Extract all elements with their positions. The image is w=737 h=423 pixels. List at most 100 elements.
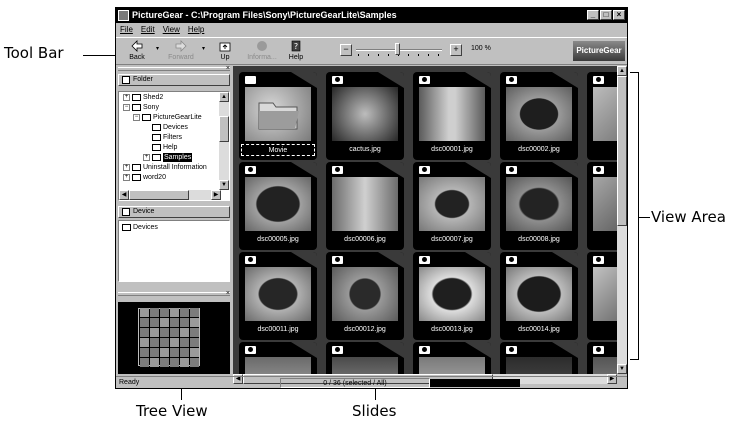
zoom-in-button[interactable]: +	[450, 44, 462, 56]
slide[interactable]: dsc	[587, 252, 617, 340]
scroll-left-icon[interactable]: ◀	[119, 190, 129, 200]
device-pane-header[interactable]: Device	[118, 206, 230, 218]
camera-icon	[245, 346, 256, 354]
tree-node[interactable]: + Shed2	[123, 93, 163, 102]
view-scroll-thumb[interactable]	[617, 76, 627, 226]
zoom-slider-thumb[interactable]	[394, 43, 400, 55]
zoom-value: 100	[471, 45, 483, 52]
camera-icon	[419, 346, 430, 354]
tree-expander-icon[interactable]: +	[123, 164, 130, 171]
tree-vertical-scrollbar[interactable]: ▲ ▼	[219, 92, 229, 190]
tree-node-label: Samples	[163, 153, 193, 162]
zoom-out-icon: −	[343, 44, 349, 54]
slide[interactable]: dsc00001.jpg	[413, 72, 491, 160]
tree-node-label: word20	[143, 174, 166, 181]
scroll-up-icon[interactable]: ▲	[219, 92, 229, 102]
view-vertical-scrollbar[interactable]: ▲ ▼	[617, 66, 627, 374]
slide-thumbnail	[593, 267, 617, 321]
slide-corner	[378, 342, 404, 358]
slide[interactable]: dsc00014.jpg	[500, 252, 578, 340]
camera-icon	[506, 76, 517, 84]
callout-view-area: View Area	[651, 208, 726, 226]
back-dropdown-icon[interactable]: ▾	[156, 46, 160, 52]
slide[interactable]	[413, 342, 491, 374]
folder-pane-grip[interactable]	[118, 67, 230, 71]
folder-header-icon	[122, 76, 130, 84]
zoom-out-button[interactable]: −	[340, 44, 352, 56]
navigator-pane-grip[interactable]	[118, 292, 230, 296]
information-button[interactable]: Informa...	[244, 39, 280, 65]
tree-hscroll-thumb[interactable]	[129, 190, 189, 200]
status-progress-bar	[430, 379, 520, 387]
close-button[interactable]: ×	[613, 10, 625, 20]
tree-node[interactable]: − PictureGearLite	[133, 113, 202, 122]
slide[interactable]	[500, 342, 578, 374]
slide[interactable]: dsc00006.jpg	[326, 162, 404, 250]
menu-view[interactable]: View	[163, 23, 180, 36]
folder-pane-close-icon[interactable]: ×	[226, 65, 230, 72]
scroll-right-icon[interactable]: ▶	[211, 190, 221, 200]
slide[interactable]	[587, 342, 617, 374]
tree-node[interactable]: Help	[152, 143, 177, 152]
tree-expander-icon[interactable]: +	[123, 174, 130, 181]
navigator-cell	[170, 348, 179, 357]
slide[interactable]: dsc00005.jpg	[239, 162, 317, 250]
tree-expander-icon[interactable]: −	[123, 104, 130, 111]
help-book-icon: ?	[291, 40, 301, 52]
tree-scroll-thumb[interactable]	[219, 116, 229, 142]
tree-node[interactable]: + Uninstall Information	[123, 163, 207, 172]
slide-caption: dsc	[589, 324, 617, 336]
help-button[interactable]: ? Help	[282, 39, 310, 65]
menu-help[interactable]: Help	[188, 23, 204, 36]
scroll-down-icon[interactable]: ▼	[617, 364, 627, 374]
slide-corner	[291, 162, 317, 178]
slide[interactable]: dsc	[587, 162, 617, 250]
slide[interactable]: dsc	[587, 72, 617, 160]
slide[interactable]: dsc00007.jpg	[413, 162, 491, 250]
tree-expander-icon[interactable]: +	[143, 154, 150, 161]
slide[interactable]: dsc00012.jpg	[326, 252, 404, 340]
callout-toolbar: Tool Bar	[4, 44, 64, 62]
tree-node[interactable]: Filters	[152, 133, 182, 142]
maximize-button[interactable]: □	[600, 10, 612, 20]
minimize-button[interactable]: _	[587, 10, 599, 20]
tree-node[interactable]: − Sony	[123, 103, 159, 112]
navigator-preview[interactable]	[118, 302, 230, 374]
slide-thumbnail	[506, 87, 572, 141]
device-item[interactable]: Devices	[122, 223, 158, 232]
scroll-up-icon[interactable]: ▲	[617, 66, 627, 76]
slide[interactable]: cactus.jpg	[326, 72, 404, 160]
tree-node[interactable]: + word20	[123, 173, 166, 182]
tree-expander-icon[interactable]: +	[123, 94, 130, 101]
up-button[interactable]: Up	[212, 39, 238, 65]
slide[interactable]: dsc00011.jpg	[239, 252, 317, 340]
forward-button[interactable]: Forward	[164, 39, 198, 65]
slide[interactable]	[239, 342, 317, 374]
slide-folder[interactable]: Movie	[239, 72, 317, 160]
view-area[interactable]: Movie cactus.jpg dsc00001.jpg dsc00002.jpg d…	[233, 66, 617, 374]
navigator-cell	[170, 328, 179, 337]
folder-icon	[132, 104, 141, 111]
back-button[interactable]: Back	[122, 39, 152, 65]
slide[interactable]: dsc00008.jpg	[500, 162, 578, 250]
tree-expander-icon[interactable]: −	[133, 114, 140, 121]
menu-edit[interactable]: Edit	[141, 23, 155, 36]
slide[interactable]: dsc00013.jpg	[413, 252, 491, 340]
forward-dropdown-icon[interactable]: ▾	[202, 46, 206, 52]
tree-horizontal-scrollbar[interactable]: ◀ ▶	[119, 190, 221, 200]
slide-thumbnail	[506, 177, 572, 231]
tree-node[interactable]: Devices	[152, 123, 188, 132]
title-bar[interactable]: PictureGear - C:\Program Files\Sony\Pict…	[116, 8, 627, 23]
menu-file[interactable]: File	[120, 23, 133, 36]
navigator-close-icon[interactable]: ×	[226, 290, 230, 297]
scroll-down-icon[interactable]: ▼	[219, 180, 229, 190]
folder-pane-header[interactable]: Folder	[118, 74, 230, 86]
slide[interactable]: dsc00002.jpg	[500, 72, 578, 160]
navigator-cell	[190, 328, 199, 337]
device-list: Devices	[118, 220, 230, 282]
navigator-cell	[150, 328, 159, 337]
tree-node-selected[interactable]: + Samples	[143, 153, 193, 162]
slide-thumbnail	[593, 87, 617, 141]
slide[interactable]	[326, 342, 404, 374]
window-title: PictureGear - C:\Program Files\Sony\Pict…	[132, 10, 397, 20]
